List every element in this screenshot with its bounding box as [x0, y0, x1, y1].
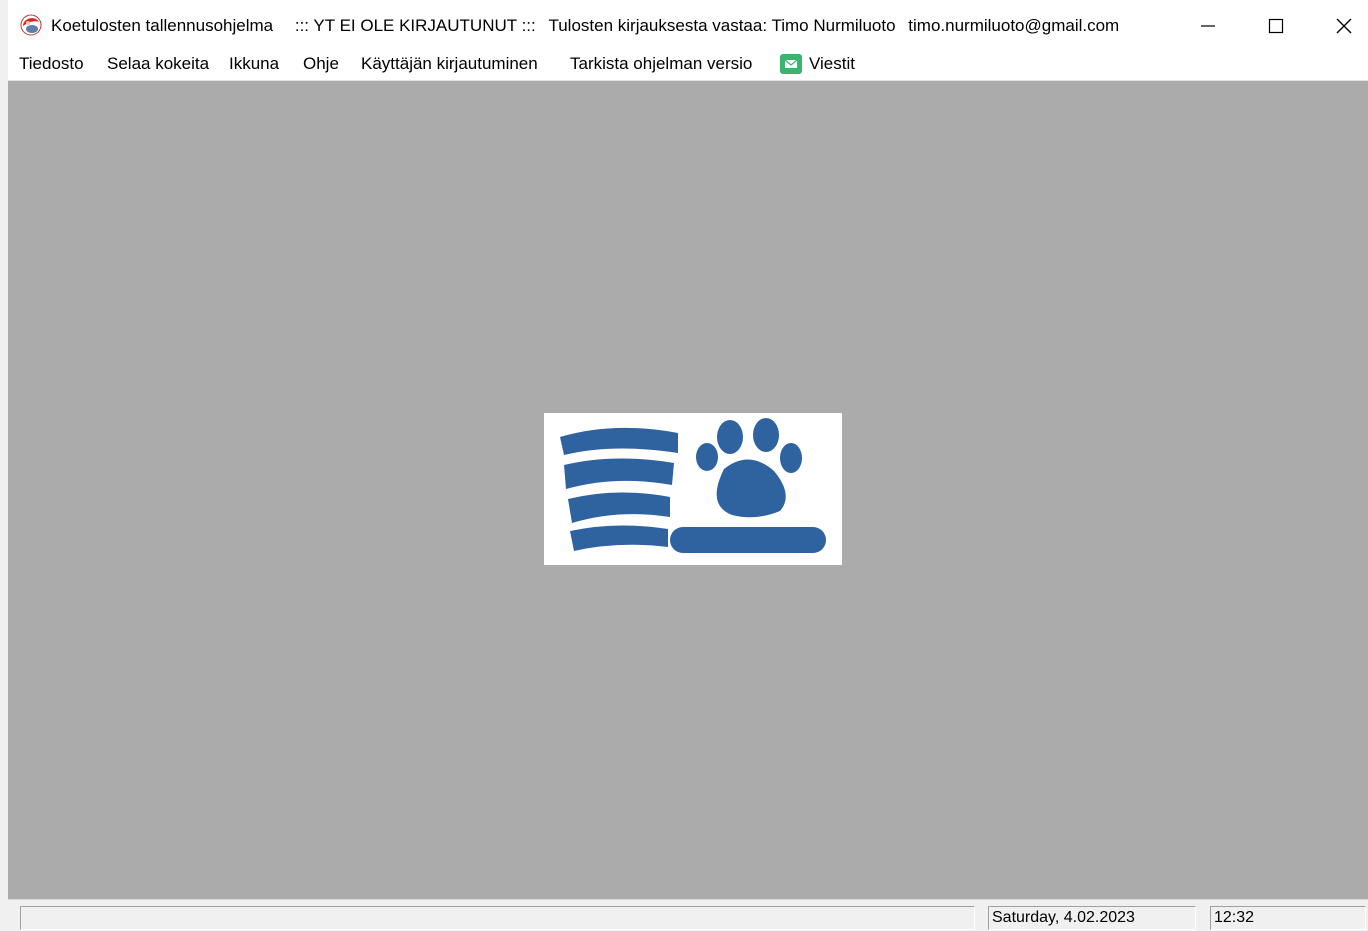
envelope-icon[interactable] [780, 54, 802, 74]
minimize-icon [1201, 25, 1215, 27]
database-paw-logo [544, 413, 842, 565]
status-bar: Saturday, 4.02.2023 12:32 [8, 899, 1368, 931]
status-time: 12:32 [1210, 906, 1366, 930]
menu-kayttajan-kirjautuminen[interactable]: Käyttäjän kirjautuminen [361, 54, 538, 74]
title-responsible: Tulosten kirjauksesta vastaa: Timo Nurmi… [548, 16, 896, 35]
mdi-client-area [8, 81, 1368, 899]
maximize-icon [1268, 18, 1284, 34]
window-title: Koetulosten tallennusohjelma ::: YT EI O… [51, 16, 1119, 36]
title-bar[interactable]: Koetulosten tallennusohjelma ::: YT EI O… [8, 0, 1368, 48]
menu-ikkuna[interactable]: Ikkuna [229, 54, 279, 74]
app-logo-icon [20, 14, 42, 36]
title-app-name: Koetulosten tallennusohjelma [51, 16, 274, 35]
logo-image [560, 418, 826, 553]
menu-tiedosto[interactable]: Tiedosto [19, 54, 84, 74]
app-window: Koetulosten tallennusohjelma ::: YT EI O… [8, 0, 1368, 931]
close-icon [1336, 18, 1352, 34]
desktop-edge [0, 0, 8, 930]
menu-viestit[interactable]: Viestit [809, 54, 855, 74]
menu-tarkista-ohjelman-versio[interactable]: Tarkista ohjelman versio [570, 54, 752, 74]
maximize-button[interactable] [1262, 12, 1290, 40]
title-email: timo.nurmiluoto@gmail.com [908, 16, 1120, 35]
minimize-button[interactable] [1194, 12, 1222, 40]
menu-bar: Tiedosto Selaa kokeita Ikkuna Ohje Käytt… [8, 48, 1368, 81]
close-button[interactable] [1330, 12, 1358, 40]
menu-selaa-kokeita[interactable]: Selaa kokeita [107, 54, 209, 74]
status-panel-main [20, 906, 975, 930]
title-login-status: ::: YT EI OLE KIRJAUTUNUT ::: [294, 16, 536, 35]
menu-ohje[interactable]: Ohje [303, 54, 339, 74]
status-date: Saturday, 4.02.2023 [988, 906, 1196, 930]
